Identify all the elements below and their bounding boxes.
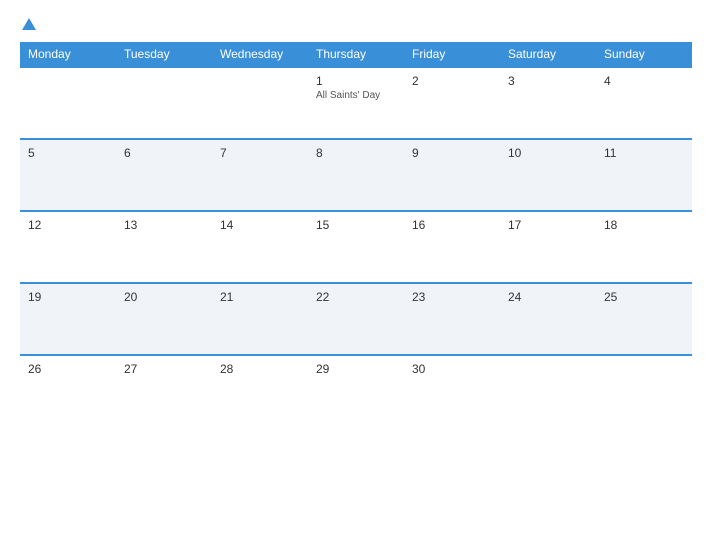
weekday-header-sunday: Sunday: [596, 42, 692, 67]
day-number: 25: [604, 290, 684, 304]
calendar-cell: 30: [404, 355, 500, 427]
calendar-week-row: 19 20 21 22 23 24 25: [20, 283, 692, 355]
day-number: 8: [316, 146, 396, 160]
weekday-header-tuesday: Tuesday: [116, 42, 212, 67]
calendar-cell: 7: [212, 139, 308, 211]
event-label: All Saints' Day: [316, 90, 396, 101]
day-number: 23: [412, 290, 492, 304]
day-number: 2: [412, 74, 492, 88]
day-number: 22: [316, 290, 396, 304]
calendar-cell: 4: [596, 67, 692, 139]
calendar-cell: 16: [404, 211, 500, 283]
weekday-header-saturday: Saturday: [500, 42, 596, 67]
day-number: 4: [604, 74, 684, 88]
calendar-cell: 26: [20, 355, 116, 427]
day-number: 10: [508, 146, 588, 160]
calendar-cell: 11: [596, 139, 692, 211]
day-number: 17: [508, 218, 588, 232]
weekday-header-row: MondayTuesdayWednesdayThursdayFridaySatu…: [20, 42, 692, 67]
day-number: 19: [28, 290, 108, 304]
calendar-cell: [212, 67, 308, 139]
calendar-cell: 6: [116, 139, 212, 211]
calendar-cell: 20: [116, 283, 212, 355]
weekday-header-thursday: Thursday: [308, 42, 404, 67]
calendar-cell: 2: [404, 67, 500, 139]
day-number: 18: [604, 218, 684, 232]
calendar-cell: 15: [308, 211, 404, 283]
calendar-cell: 10: [500, 139, 596, 211]
day-number: 3: [508, 74, 588, 88]
calendar-week-row: 26 27 28 29 30: [20, 355, 692, 427]
calendar-table: MondayTuesdayWednesdayThursdayFridaySatu…: [20, 42, 692, 427]
weekday-header-monday: Monday: [20, 42, 116, 67]
day-number: 9: [412, 146, 492, 160]
calendar-cell: 22: [308, 283, 404, 355]
day-number: 28: [220, 362, 300, 376]
calendar-cell: [116, 67, 212, 139]
logo: [20, 18, 36, 32]
day-number: 15: [316, 218, 396, 232]
calendar-week-row: 12 13 14 15 16 17 18: [20, 211, 692, 283]
calendar-cell: 19: [20, 283, 116, 355]
calendar-cell: [596, 355, 692, 427]
day-number: 27: [124, 362, 204, 376]
calendar-page: MondayTuesdayWednesdayThursdayFridaySatu…: [0, 0, 712, 550]
calendar-cell: 5: [20, 139, 116, 211]
day-number: 30: [412, 362, 492, 376]
day-number: 11: [604, 146, 684, 160]
weekday-header-friday: Friday: [404, 42, 500, 67]
calendar-cell: 3: [500, 67, 596, 139]
day-number: 26: [28, 362, 108, 376]
calendar-cell: [500, 355, 596, 427]
calendar-cell: 9: [404, 139, 500, 211]
calendar-week-row: 5 6 7 8 9 10 11: [20, 139, 692, 211]
calendar-cell: [20, 67, 116, 139]
calendar-cell: 23: [404, 283, 500, 355]
header: [20, 18, 692, 32]
weekday-header-wednesday: Wednesday: [212, 42, 308, 67]
day-number: 1: [316, 74, 396, 88]
day-number: 24: [508, 290, 588, 304]
calendar-cell: 25: [596, 283, 692, 355]
calendar-cell: 27: [116, 355, 212, 427]
calendar-cell: 1 All Saints' Day: [308, 67, 404, 139]
calendar-cell: 29: [308, 355, 404, 427]
day-number: 21: [220, 290, 300, 304]
calendar-week-row: 1 All Saints' Day 2 3 4: [20, 67, 692, 139]
calendar-cell: 28: [212, 355, 308, 427]
day-number: 6: [124, 146, 204, 160]
day-number: 14: [220, 218, 300, 232]
calendar-cell: 13: [116, 211, 212, 283]
day-number: 7: [220, 146, 300, 160]
day-number: 5: [28, 146, 108, 160]
calendar-cell: 24: [500, 283, 596, 355]
logo-triangle-icon: [22, 18, 36, 30]
calendar-cell: 14: [212, 211, 308, 283]
calendar-cell: 12: [20, 211, 116, 283]
calendar-cell: 21: [212, 283, 308, 355]
day-number: 12: [28, 218, 108, 232]
day-number: 20: [124, 290, 204, 304]
day-number: 29: [316, 362, 396, 376]
calendar-cell: 8: [308, 139, 404, 211]
calendar-cell: 18: [596, 211, 692, 283]
day-number: 16: [412, 218, 492, 232]
day-number: 13: [124, 218, 204, 232]
calendar-cell: 17: [500, 211, 596, 283]
